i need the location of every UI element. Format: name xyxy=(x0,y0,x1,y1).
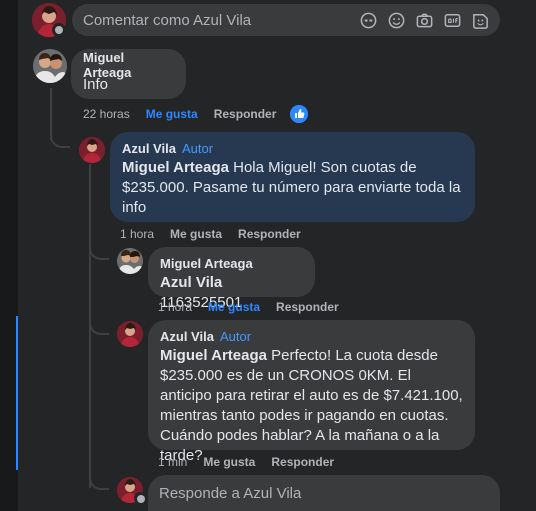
reply-bubble: Azul Vila Autor Miguel Arteaga Perfecto!… xyxy=(148,320,475,464)
avatar[interactable] xyxy=(79,137,105,163)
like-button[interactable]: Me gusta xyxy=(203,455,255,469)
author-badge: Autor xyxy=(219,328,252,344)
reply-time[interactable]: 1 min xyxy=(158,455,187,469)
reply-author[interactable]: Azul Vila xyxy=(122,141,176,156)
avatar[interactable] xyxy=(117,321,143,347)
emoji-icon[interactable] xyxy=(359,11,378,30)
mention-link[interactable]: Miguel Arteaga xyxy=(122,159,229,176)
reply-actions: 1 min Me gusta Responder xyxy=(158,455,334,469)
composer-placeholder: Comentar como Azul Vila xyxy=(83,12,252,29)
reply-actions: 1 hora Me gusta Responder xyxy=(158,300,339,314)
avatar[interactable] xyxy=(117,248,143,274)
reply-body: Perfecto! La cuota desde $235.000 es de … xyxy=(160,347,463,464)
thread-branch xyxy=(50,124,70,148)
mention-link[interactable]: Miguel Arteaga xyxy=(160,347,267,364)
reply-input[interactable]: Responde a Azul Vila xyxy=(148,475,500,511)
reply-button[interactable]: Responder xyxy=(214,107,277,121)
thread-highlight-bar xyxy=(16,316,18,470)
gif-icon[interactable] xyxy=(443,11,462,30)
like-button[interactable]: Me gusta xyxy=(208,300,260,314)
sticker-icon[interactable] xyxy=(471,11,490,30)
reply-author[interactable]: Miguel Arteaga xyxy=(160,256,253,271)
like-button[interactable]: Me gusta xyxy=(170,227,222,241)
composer-tools xyxy=(359,11,490,30)
like-button[interactable]: Me gusta xyxy=(146,107,198,121)
camera-icon[interactable] xyxy=(415,11,434,30)
comment-composer[interactable]: Comentar como Azul Vila xyxy=(72,4,500,36)
comment-bubble: Miguel Arteaga Info xyxy=(71,49,186,99)
smiley-icon[interactable] xyxy=(387,11,406,30)
reply-bubble-author: Azul Vila Autor Miguel Arteaga Hola Migu… xyxy=(110,132,475,222)
reply-button[interactable]: Responder xyxy=(276,300,339,314)
account-switch-icon[interactable] xyxy=(52,23,66,37)
mention-link[interactable]: Azul Vila xyxy=(160,274,222,291)
like-reaction-icon[interactable] xyxy=(290,105,308,123)
account-switch-icon[interactable] xyxy=(134,492,146,504)
reply-button[interactable]: Responder xyxy=(238,227,301,241)
author-badge: Autor xyxy=(181,140,214,156)
reply-text: Miguel Arteaga Perfecto! La cuota desde … xyxy=(160,346,463,466)
reply-time[interactable]: 1 hora xyxy=(158,300,192,314)
comment-time[interactable]: 22 horas xyxy=(83,107,130,121)
reply-bubble: Miguel Arteaga Azul Vila 1163525501 xyxy=(148,247,315,311)
avatar[interactable] xyxy=(33,49,67,83)
comment-actions: 22 horas Me gusta Responder xyxy=(83,107,276,121)
reply-placeholder: Responde a Azul Vila xyxy=(159,485,302,502)
reply-actions: 1 hora Me gusta Responder xyxy=(120,227,301,241)
reply-button[interactable]: Responder xyxy=(271,455,334,469)
reply-time[interactable]: 1 hora xyxy=(120,227,154,241)
reply-text: Miguel Arteaga Hola Miguel! Son cuotas d… xyxy=(122,158,463,218)
reply-author[interactable]: Azul Vila xyxy=(160,329,214,344)
